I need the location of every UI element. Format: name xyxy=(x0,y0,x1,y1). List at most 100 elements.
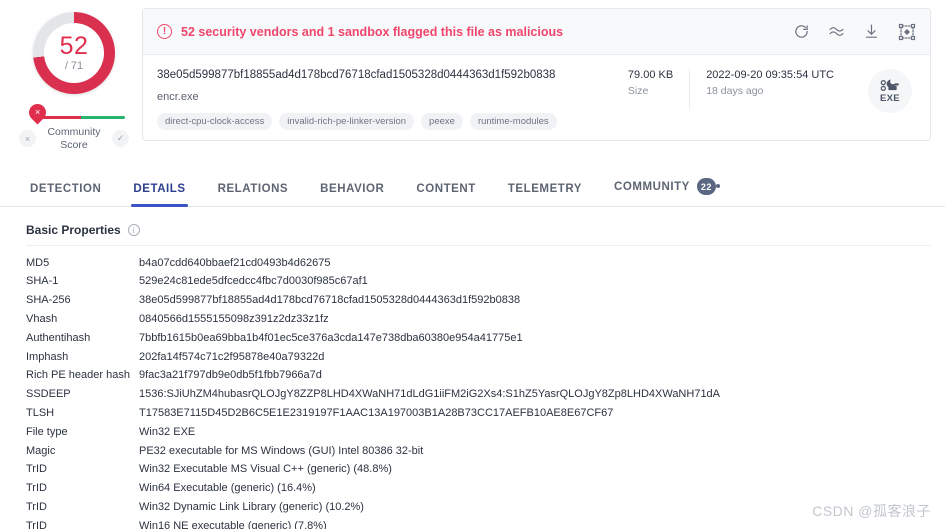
property-key: MD5 xyxy=(26,256,50,269)
property-key: TrID xyxy=(26,482,47,495)
community-score-marker-glyph: × xyxy=(34,107,41,118)
property-row: SSDEEP 1536:SJiUhZM4hubasrQLOJgY8ZZP8LHD4… xyxy=(26,386,931,405)
property-value: 202fa14f574c71c2f95878e40a79322d xyxy=(139,350,325,363)
community-score-widget: × × Community Score ✓ xyxy=(15,100,133,152)
property-value: PE32 executable for MS Windows (GUI) Int… xyxy=(139,444,424,457)
community-score-bar xyxy=(37,116,125,119)
property-row: MD5 b4a07cdd640bbaef21cd0493b4d62675 xyxy=(26,254,931,273)
property-value: Win32 Executable MS Visual C++ (generic)… xyxy=(139,463,392,476)
file-tag[interactable]: runtime-modules xyxy=(469,113,557,131)
detection-score-widget: 52 / 71 × × Community Score ✓ xyxy=(14,8,134,152)
info-icon[interactable]: i xyxy=(127,224,140,236)
property-key: Imphash xyxy=(26,350,69,363)
detection-count: 52 xyxy=(59,32,89,60)
file-date-value: 2022-09-20 09:35:54 UTC xyxy=(706,69,834,81)
donut-ring: 52 / 71 xyxy=(33,12,115,94)
file-tag[interactable]: direct-cpu-clock-access xyxy=(157,113,273,131)
tab-relations[interactable]: RELATIONS xyxy=(202,183,305,206)
detection-donut: 52 / 71 xyxy=(33,12,115,94)
thumbs-down-icon[interactable]: × xyxy=(19,130,36,148)
basic-properties-header: Basic Properties i xyxy=(26,223,931,246)
tab-detection[interactable]: DETECTION xyxy=(14,183,117,206)
tab-list: DETECTION DETAILS RELATIONS BEHAVIOR CONTENT… xyxy=(14,166,931,207)
community-score-bar-row: × xyxy=(15,100,133,125)
property-row: Authentihash 7bbfb1615b0ea69bba1b4f01ec5c… xyxy=(26,329,931,348)
property-row: TLSH T17583E7115D45D2B6C5E1E2319197F1AAC1… xyxy=(26,404,931,423)
property-row: Magic PE32 executable for MS Windows (GUI… xyxy=(26,442,931,461)
file-info-card: ! 52 security vendors and 1 sandbox flag… xyxy=(142,8,931,142)
property-value: b4a07cdd640bbaef21cd0493b4d62675 xyxy=(139,256,331,269)
file-tag[interactable]: peexe xyxy=(421,113,463,131)
property-row: SHA-1 529e24c81ede5dfcedcc4fbc7d0030f985c… xyxy=(26,273,931,292)
property-value: Win32 Dynamic Link Library (generic) (10… xyxy=(139,500,364,513)
property-row: Vhash 0840566d1555155098z391z2dz33z1fz xyxy=(26,310,931,329)
file-summary-region: 52 / 71 × × Community Score ✓ ! 52 secur… xyxy=(0,0,945,162)
property-value: T17583E7115D45D2B6C5E1E2319197F1AAC13A19… xyxy=(139,406,614,419)
donut-center: 52 / 71 xyxy=(44,23,104,83)
property-value: Win16 NE executable (generic) (7.8%) xyxy=(139,519,327,529)
file-size-value: 79.00 KB xyxy=(627,69,674,81)
tab-label: CONTENT xyxy=(416,183,476,195)
file-sha256: 38e05d599877bf18855ad4d178bcd76718cfad15… xyxy=(157,69,556,81)
file-size-col: 79.00 KB Size xyxy=(612,69,689,109)
property-key: SHA-256 xyxy=(26,294,71,307)
tab-label: COMMUNITY xyxy=(614,180,690,193)
property-row: SHA-256 38e05d599877bf18855ad4d178bcd7671… xyxy=(26,292,931,311)
property-key: TrID xyxy=(26,463,47,476)
property-value: 7bbfb1615b0ea69bba1b4f01ec5ce376a3cda147… xyxy=(139,331,523,344)
download-icon[interactable] xyxy=(863,23,880,40)
file-tag-list: direct-cpu-clock-access invalid-rich-pe-l… xyxy=(157,113,598,131)
property-row: TrID Win32 Executable MS Visual C++ (gene… xyxy=(26,461,931,480)
file-details-body: 38e05d599877bf18855ad4d178bcd76718cfad15… xyxy=(143,55,930,140)
tab-community[interactable]: COMMUNITY 22 xyxy=(598,178,732,206)
property-value: 38e05d599877bf18855ad4d178bcd76718cfad15… xyxy=(139,294,521,307)
property-row: TrID Win64 Executable (generic) (16.4%) xyxy=(26,480,931,499)
tab-details[interactable]: DETAILS xyxy=(117,183,201,207)
property-value: 0840566d1555155098z391z2dz33z1fz xyxy=(139,312,329,325)
thumbs-up-icon[interactable]: ✓ xyxy=(111,130,129,148)
community-score-label: Community Score xyxy=(47,126,100,152)
tab-label: TELEMETRY xyxy=(507,183,583,195)
file-date-col: 2022-09-20 09:35:54 UTC 18 days ago xyxy=(689,69,850,109)
property-key: Authentihash xyxy=(26,331,91,344)
property-key: Magic xyxy=(26,444,56,457)
file-tag[interactable]: invalid-rich-pe-linker-version xyxy=(279,113,415,131)
tab-badge-dot-icon xyxy=(716,184,720,188)
property-key: SSDEEP xyxy=(26,388,71,401)
basic-properties-section: Basic Properties i MD5 b4a07cdd640bbaef21… xyxy=(0,207,945,529)
property-key: File type xyxy=(26,425,68,438)
tab-label: DETECTION xyxy=(30,183,102,195)
file-date-relative: 18 days ago xyxy=(706,85,764,97)
tab-bar: DETECTION DETAILS RELATIONS BEHAVIOR CONTENT… xyxy=(0,166,945,207)
tab-behavior[interactable]: BEHAVIOR xyxy=(304,183,400,206)
property-row: Rich PE header hash 9fac3a21f797db9e0db5f… xyxy=(26,367,931,386)
property-row: TrID Win16 NE executable (generic) (7.8%) xyxy=(26,517,931,529)
property-key: Vhash xyxy=(26,312,58,325)
exclamation-icon: ! xyxy=(157,24,172,39)
property-value: Win32 EXE xyxy=(139,425,196,438)
property-row: File type Win32 EXE xyxy=(26,423,931,442)
property-value: Win64 Executable (generic) (16.4%) xyxy=(139,482,316,495)
tab-label: RELATIONS xyxy=(217,183,289,195)
reanalyze-icon[interactable] xyxy=(793,23,810,40)
property-value: 1536:SJiUhZM4hubasrQLOJgY8ZZP8LHD4XWaNH7… xyxy=(139,388,721,401)
community-score-marker-icon: × xyxy=(25,100,50,125)
malicious-alert-bar: ! 52 security vendors and 1 sandbox flag… xyxy=(143,9,930,55)
similar-icon[interactable] xyxy=(828,23,845,40)
community-score-label-line2: Score xyxy=(60,138,88,151)
tab-badge-count: 22 xyxy=(696,178,720,195)
tab-content[interactable]: CONTENT xyxy=(400,183,491,206)
community-score-labels: × Community Score ✓ xyxy=(15,126,133,152)
file-meta: 79.00 KB Size 2022-09-20 09:35:54 UTC 18… xyxy=(598,67,850,130)
exe-file-label: EXE xyxy=(880,92,900,104)
basic-properties-title: Basic Properties xyxy=(26,223,121,237)
malicious-alert-text: 52 security vendors and 1 sandbox flagge… xyxy=(181,24,564,39)
file-type-col: EXE xyxy=(850,67,916,130)
tab-telemetry[interactable]: TELEMETRY xyxy=(492,183,598,206)
file-size-label: Size xyxy=(627,85,649,97)
file-name: encr.exe xyxy=(157,91,199,104)
property-key: TrID xyxy=(26,500,47,513)
file-identity: 38e05d599877bf18855ad4d178bcd76718cfad15… xyxy=(157,67,598,131)
property-value: 9fac3a21f797db9e0db5f1fbb7966a7d xyxy=(139,369,322,382)
graph-icon[interactable] xyxy=(898,23,916,41)
